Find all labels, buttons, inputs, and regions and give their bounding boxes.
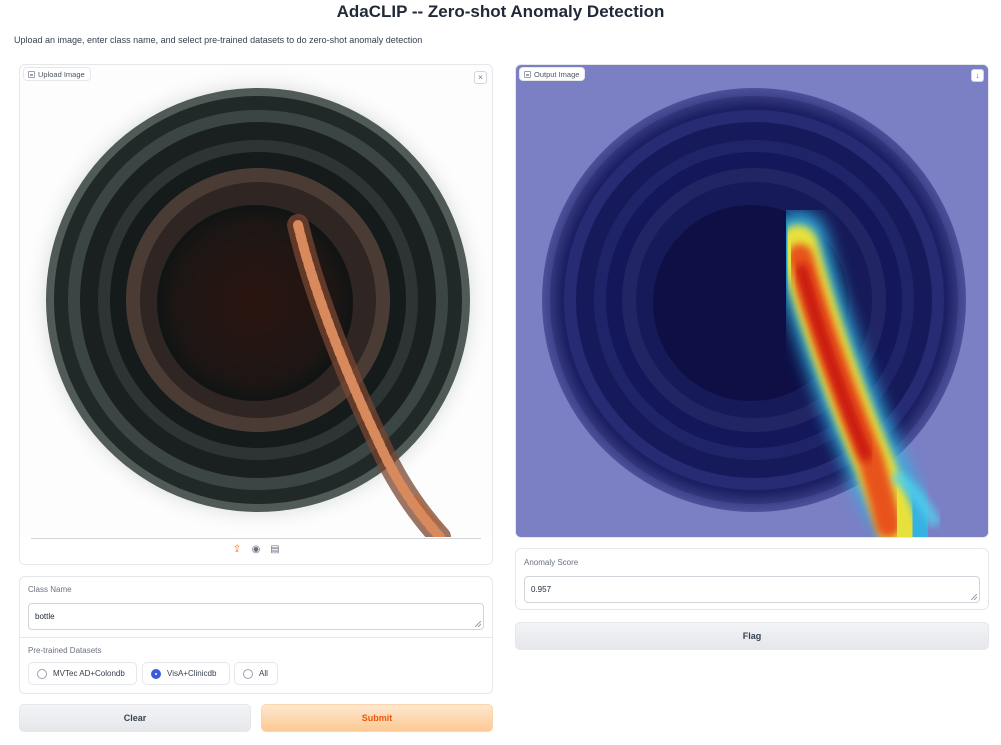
clear-image-button[interactable]: × <box>474 71 487 84</box>
upload-icon[interactable]: ⇪ <box>232 544 243 555</box>
class-name-input[interactable]: bottle <box>28 603 484 630</box>
output-image-panel: Output Image ↓ <box>515 64 989 538</box>
download-icon[interactable]: ↓ <box>971 69 984 82</box>
toolbar-divider <box>31 538 481 539</box>
radio-checked-icon <box>151 668 161 679</box>
uploaded-bottle-image <box>20 65 492 537</box>
page-description: Upload an image, enter class name, and s… <box>14 35 423 45</box>
upload-image-panel[interactable]: Upload Image × ⇪ ◉ ▤ <box>19 64 493 565</box>
radio-all[interactable]: All <box>234 662 278 685</box>
radio-unchecked-icon <box>37 668 47 679</box>
image-source-toolbar: ⇪ ◉ ▤ <box>20 544 492 555</box>
resize-handle-icon[interactable] <box>475 621 481 627</box>
datasets-label: Pre-trained Datasets <box>28 646 102 655</box>
section-divider <box>20 637 492 638</box>
clear-button[interactable]: Clear <box>19 704 251 732</box>
radio-unchecked-icon <box>243 668 253 679</box>
anomaly-score-label: Anomaly Score <box>524 558 579 567</box>
webcam-icon[interactable]: ◉ <box>251 544 262 555</box>
page-title: AdaCLIP -- Zero-shot Anomaly Detection <box>336 2 665 21</box>
resize-handle-icon[interactable] <box>971 594 977 600</box>
radio-visa-clinicdb[interactable]: VisA+Clinicdb <box>142 662 230 685</box>
anomaly-score-output[interactable]: 0.957 <box>524 576 980 603</box>
clipboard-icon[interactable]: ▤ <box>270 544 281 555</box>
radio-mvtec-colondb[interactable]: MVTec AD+Colondb <box>28 662 137 685</box>
image-icon <box>28 70 35 78</box>
upload-image-label: Upload Image <box>23 67 91 81</box>
output-image-label: Output Image <box>519 67 586 81</box>
class-name-label: Class Name <box>28 585 72 594</box>
anomaly-heatmap-image <box>516 65 988 537</box>
image-icon <box>524 70 531 78</box>
flag-button[interactable]: Flag <box>515 622 989 650</box>
anomaly-score-box: Anomaly Score 0.957 <box>515 548 989 610</box>
submit-button[interactable]: Submit <box>261 704 493 732</box>
